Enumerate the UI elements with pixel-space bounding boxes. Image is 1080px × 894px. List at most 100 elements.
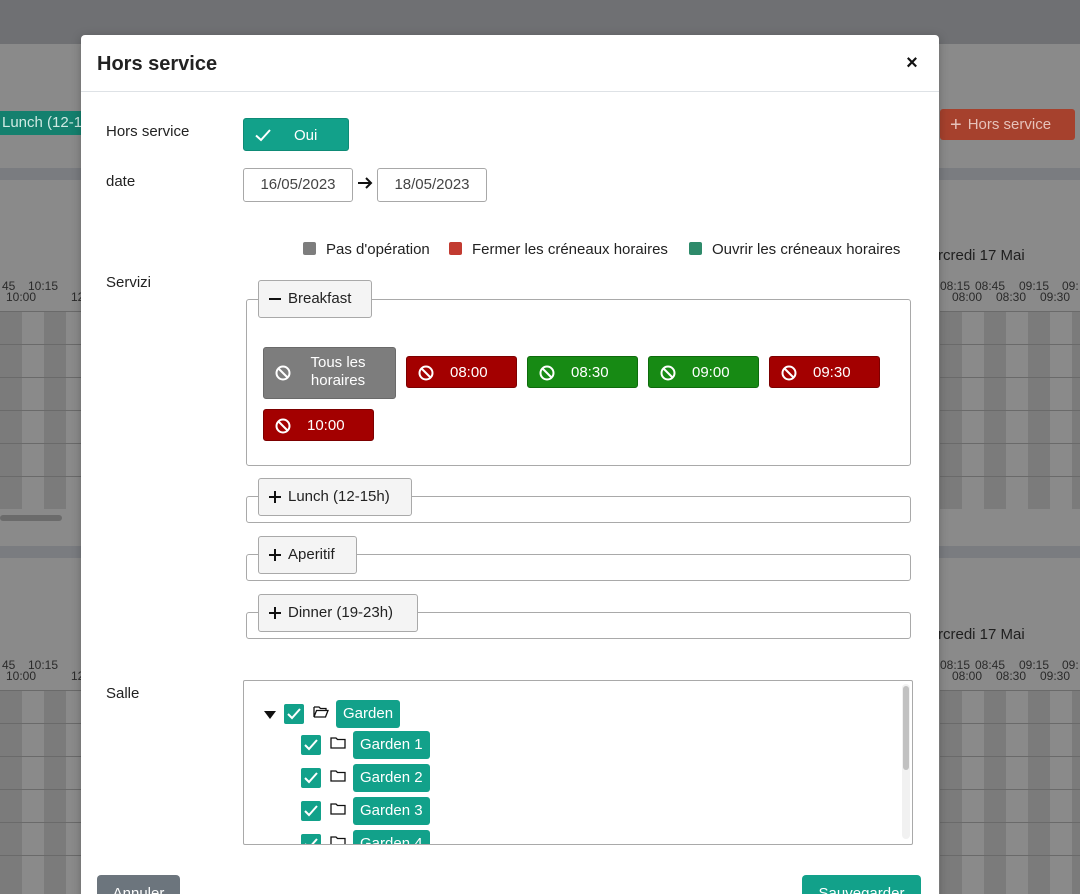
- background-lunch-tag: Lunch (12-1: [0, 111, 82, 135]
- all-slots-button[interactable]: Tous les horaires: [263, 347, 396, 399]
- tree-label-garden-3[interactable]: Garden 3: [353, 797, 430, 825]
- checkbox-garden-3[interactable]: [301, 801, 321, 821]
- checkbox-garden-1[interactable]: [301, 735, 321, 755]
- lunch-label: Lunch (12-15h): [288, 488, 390, 505]
- check-icon: [304, 772, 318, 784]
- lunch-expand-button[interactable]: Lunch (12-15h): [258, 478, 412, 516]
- slot-time-label: 09:30: [813, 364, 851, 381]
- start-date-input[interactable]: 16/05/2023: [243, 168, 353, 202]
- background-calendar-grid: [0, 690, 82, 894]
- tree-node-garden-1[interactable]: Garden 1: [301, 731, 501, 759]
- background-time: 08:00: [952, 290, 983, 304]
- ban-icon: [781, 365, 797, 381]
- ban-icon: [660, 365, 676, 381]
- background-hors-service-label: Hors service: [967, 116, 1052, 133]
- minus-icon: [269, 298, 281, 300]
- slot-0900-button[interactable]: 09:00: [648, 356, 759, 388]
- ban-icon: [539, 365, 555, 381]
- tree-label-garden-4[interactable]: Garden 4: [353, 830, 430, 844]
- background-calendar-grid: [940, 311, 1080, 509]
- background-time: 10:00: [6, 669, 37, 683]
- tree-node-garden-3[interactable]: Garden 3: [301, 797, 501, 825]
- slot-0830-button[interactable]: 08:30: [527, 356, 638, 388]
- hors-service-toggle-button[interactable]: Oui: [243, 118, 349, 151]
- hors-service-modal: Hors service × Hors service Oui date 16/…: [81, 35, 939, 894]
- all-slots-label: Tous les horaires: [302, 354, 374, 390]
- slot-time-label: 08:00: [450, 364, 488, 381]
- check-icon: [304, 805, 318, 817]
- plus-icon: [269, 549, 281, 561]
- end-date-input[interactable]: 18/05/2023: [377, 168, 487, 202]
- checkbox-garden-4[interactable]: [301, 834, 321, 844]
- legend-swatch-red: [449, 242, 462, 255]
- legend-swatch-green: [689, 242, 702, 255]
- all-slots-line1: Tous les: [310, 354, 366, 371]
- folder-icon: [330, 803, 346, 815]
- salle-label: Salle: [106, 685, 140, 702]
- arrow-right-icon: [358, 177, 373, 189]
- ban-icon: [418, 365, 434, 381]
- caret-down-icon[interactable]: [264, 711, 276, 719]
- slot-1000-button[interactable]: 10:00: [263, 409, 374, 441]
- save-button[interactable]: Sauvegarder: [802, 875, 921, 894]
- hors-service-toggle-label: Oui: [294, 127, 318, 144]
- dinner-expand-button[interactable]: Dinner (19-23h): [258, 594, 418, 632]
- tree-scrollbar-thumb[interactable]: [903, 686, 909, 770]
- folder-open-icon: [313, 706, 329, 718]
- check-icon: [287, 708, 301, 720]
- legend-open: Ouvrir les créneaux horaires: [689, 241, 900, 258]
- background-time: 10:00: [6, 290, 37, 304]
- checkbox-garden-2[interactable]: [301, 768, 321, 788]
- breakfast-label: Breakfast: [288, 290, 352, 307]
- folder-icon: [330, 770, 346, 782]
- plus-icon: [269, 607, 281, 619]
- check-icon: [304, 739, 318, 751]
- background-time: 10:15: [28, 279, 59, 293]
- date-label: date: [106, 173, 136, 190]
- plus-icon: [269, 491, 281, 503]
- tree-label-garden-2[interactable]: Garden 2: [353, 764, 430, 792]
- folder-icon: [330, 737, 346, 749]
- background-day-label: rcredi 17 Mai: [938, 247, 1025, 264]
- legend-swatch-grey: [303, 242, 316, 255]
- aperitif-label: Aperitif: [288, 546, 335, 563]
- tree-node-garden-2[interactable]: Garden 2: [301, 764, 501, 792]
- plus-icon: +: [950, 114, 962, 136]
- background-calendar-grid: [940, 690, 1080, 894]
- background-calendar-grid: [0, 311, 82, 509]
- ban-icon: [275, 418, 291, 434]
- aperitif-expand-button[interactable]: Aperitif: [258, 536, 357, 574]
- slot-0930-button[interactable]: 09:30: [769, 356, 880, 388]
- background-time: 08:30: [996, 669, 1027, 683]
- tree-scrollbar[interactable]: [902, 684, 910, 839]
- close-icon[interactable]: ×: [899, 51, 925, 77]
- background-time: 08:00: [952, 669, 983, 683]
- checkbox-garden[interactable]: [284, 704, 304, 724]
- hors-service-label: Hors service: [106, 123, 190, 140]
- legend-close-text: Fermer les créneaux horaires: [472, 241, 668, 258]
- breakfast-collapse-button[interactable]: Breakfast: [258, 280, 372, 318]
- background-scrollbar: [0, 515, 62, 521]
- folder-icon: [330, 836, 346, 844]
- background-time: 09:30: [1040, 669, 1071, 683]
- background-hors-service-button: + Hors service: [940, 109, 1075, 140]
- tree-node-garden-4[interactable]: Garden 4: [301, 830, 501, 844]
- background-time: 10:15: [28, 658, 59, 672]
- tree-node-garden[interactable]: Garden: [284, 700, 484, 728]
- dinner-label: Dinner (19-23h): [288, 604, 394, 621]
- slot-time-label: 09:00: [692, 364, 730, 381]
- salle-tree: Garden Garden 1 Garden 2 Garden 3 Garden…: [243, 680, 913, 845]
- legend-open-text: Ouvrir les créneaux horaires: [712, 241, 901, 258]
- tree-label-garden[interactable]: Garden: [336, 700, 401, 728]
- legend-no-operation-text: Pas d'opération: [326, 241, 430, 258]
- servizi-label: Servizi: [106, 274, 152, 291]
- breakfast-fieldset: Tous les horaires 08:00 08:30 09:00 09:30…: [246, 299, 911, 466]
- legend-no-operation: Pas d'opération: [303, 241, 430, 258]
- all-slots-line2: horaires: [310, 372, 366, 389]
- check-icon: [255, 129, 271, 142]
- check-icon: [305, 838, 318, 844]
- slot-0800-button[interactable]: 08:00: [406, 356, 517, 388]
- cancel-button[interactable]: Annuler: [97, 875, 180, 894]
- tree-label-garden-1[interactable]: Garden 1: [353, 731, 430, 759]
- background-day-label: rcredi 17 Mai: [938, 626, 1025, 643]
